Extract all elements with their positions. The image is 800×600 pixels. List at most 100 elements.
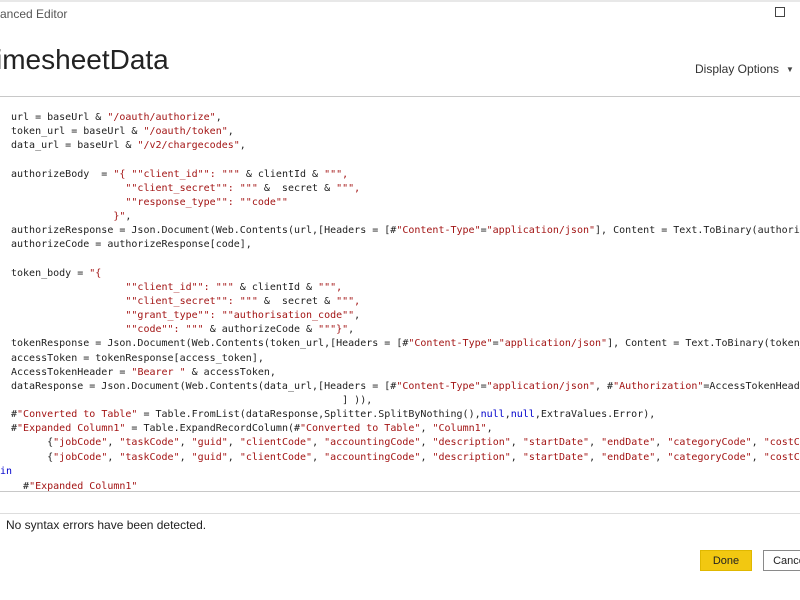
code-token: & clientId & [233, 281, 319, 293]
code-token: token_body = [11, 267, 90, 279]
top-strip [0, 0, 800, 2]
code-line: accessToken = tokenResponse[access_token… [11, 352, 264, 366]
code-token: "taskCode" [119, 437, 180, 449]
code-token: """, [324, 168, 349, 180]
code-line: ] )), [11, 394, 372, 408]
code-token: , [227, 126, 234, 138]
code-token: , # [595, 380, 614, 392]
code-line: ""code"": """ & authorizeCode & """}", [11, 323, 354, 337]
code-token: "guid" [191, 451, 228, 463]
code-token: ,ExtraValues.Error), [534, 409, 656, 421]
code-token: , [655, 451, 668, 463]
code-token: ] )), [11, 395, 373, 406]
code-token: , [239, 140, 246, 152]
code-token: , [227, 451, 240, 463]
code-token: , [227, 437, 240, 449]
code-token: "startDate" [522, 437, 590, 449]
code-token: """}" [318, 324, 349, 336]
code-token: null [510, 409, 535, 421]
code-token: ""client_id"": """ [125, 281, 234, 293]
display-options-label: Display Options [695, 62, 780, 76]
code-line: #"Expanded Column1" = Table.ExpandRecord… [11, 422, 493, 436]
code-token: tokenResponse = Json.Document(Web.Conten… [11, 338, 409, 350]
code-token: "costCentreCo [763, 451, 800, 463]
code-line: AccessTokenHeader = "Bearer " & accessTo… [11, 366, 276, 380]
code-token: { [11, 437, 54, 449]
code-token: "startDate" [522, 451, 590, 463]
code-token: , [420, 437, 433, 449]
code-token: , [486, 423, 493, 435]
window-title: anced Editor [0, 7, 68, 21]
code-token: "accountingCode" [324, 451, 421, 463]
code-token: { [11, 451, 54, 463]
code-token: "costCentreCo [763, 437, 800, 449]
code-token: , [312, 437, 325, 449]
code-token: "accountingCode" [324, 437, 421, 449]
status-divider [0, 513, 800, 514]
code-token: , [655, 437, 668, 449]
code-token: "taskCode" [119, 451, 180, 463]
code-line: #"Expanded Column1" [11, 480, 137, 491]
code-token: "Column1" [432, 423, 487, 435]
code-token: url = baseUrl & [11, 112, 108, 123]
code-token: authorizeResponse = Json.Document(Web.Co… [11, 225, 397, 237]
code-token: authorizeCode = authorizeResponse[code], [11, 239, 252, 251]
code-token: , [510, 451, 523, 463]
code-token: "description" [432, 437, 511, 449]
code-token: "endDate" [601, 451, 656, 463]
code-token: """, [318, 281, 343, 293]
code-line: {"jobCode", "taskCode", "guid", "clientC… [11, 436, 800, 450]
code-token: """, [336, 182, 361, 194]
code-token: "endDate" [601, 437, 656, 449]
code-token: & authorizeCode & [203, 324, 319, 336]
code-token: =AccessTokenHeader] [703, 380, 800, 392]
code-token: & clientId & [239, 168, 325, 180]
display-options-button[interactable]: Display Options ▼ [695, 62, 794, 76]
code-line: ""client_id"": """ & clientId & """, [11, 281, 342, 295]
code-token: ""client_secret"": """ [125, 182, 258, 194]
code-line: tokenResponse = Json.Document(Web.Conten… [11, 337, 800, 351]
code-line: token_body = "{ [11, 267, 101, 281]
code-token: "Content-Type" [396, 380, 481, 392]
code-token: , [179, 437, 192, 449]
code-token: "application/json" [486, 380, 596, 392]
syntax-status: No syntax errors have been detected. [6, 518, 207, 532]
code-editor[interactable]: url = baseUrl & "/oauth/authorize", token… [0, 96, 800, 492]
code-token: ], Content = Text.ToBinary(authorizeBody… [595, 225, 800, 237]
code-token: "application/json" [486, 225, 596, 237]
code-line: ""grant_type"": ""authorisation_code"", [11, 309, 360, 323]
chevron-down-icon: ▼ [786, 64, 794, 74]
code-token: "guid" [191, 437, 228, 449]
code-token: ], Content = Text.ToBinary(token_body) [607, 338, 800, 350]
code-token: , [354, 310, 361, 322]
maximize-icon[interactable] [772, 4, 788, 20]
code-token: & accessToken, [185, 366, 276, 378]
code-token: , [510, 437, 523, 449]
code-line: {"jobCode", "taskCode", "guid", "clientC… [11, 451, 800, 465]
code-token: "{ [89, 267, 102, 279]
cancel-button[interactable]: Cance [763, 550, 800, 571]
code-token: """, [336, 295, 361, 307]
code-line: authorizeResponse = Json.Document(Web.Co… [11, 224, 800, 238]
code-token: & secret & [257, 182, 337, 194]
code-token: "Expanded Column1" [17, 423, 126, 435]
code-token: , [107, 451, 120, 463]
code-line: }", [11, 210, 131, 224]
code-line: data_url = baseUrl & "/v2/chargecodes", [11, 139, 246, 153]
code-token: "description" [432, 451, 511, 463]
code-token: "Bearer " [131, 366, 186, 378]
query-name: imesheetData [0, 44, 169, 75]
code-token: "application/json" [498, 338, 608, 350]
code-token: "jobCode" [53, 437, 108, 449]
code-token: , [125, 211, 132, 223]
done-button[interactable]: Done [700, 550, 752, 571]
code-token: , [420, 423, 433, 435]
code-token: "Converted to Table" [17, 409, 138, 421]
code-token: in [0, 465, 13, 477]
code-token: , [420, 451, 433, 463]
code-line: url = baseUrl & "/oauth/authorize", [11, 111, 222, 125]
code-line: token_url = baseUrl & "/oauth/token", [11, 125, 234, 139]
